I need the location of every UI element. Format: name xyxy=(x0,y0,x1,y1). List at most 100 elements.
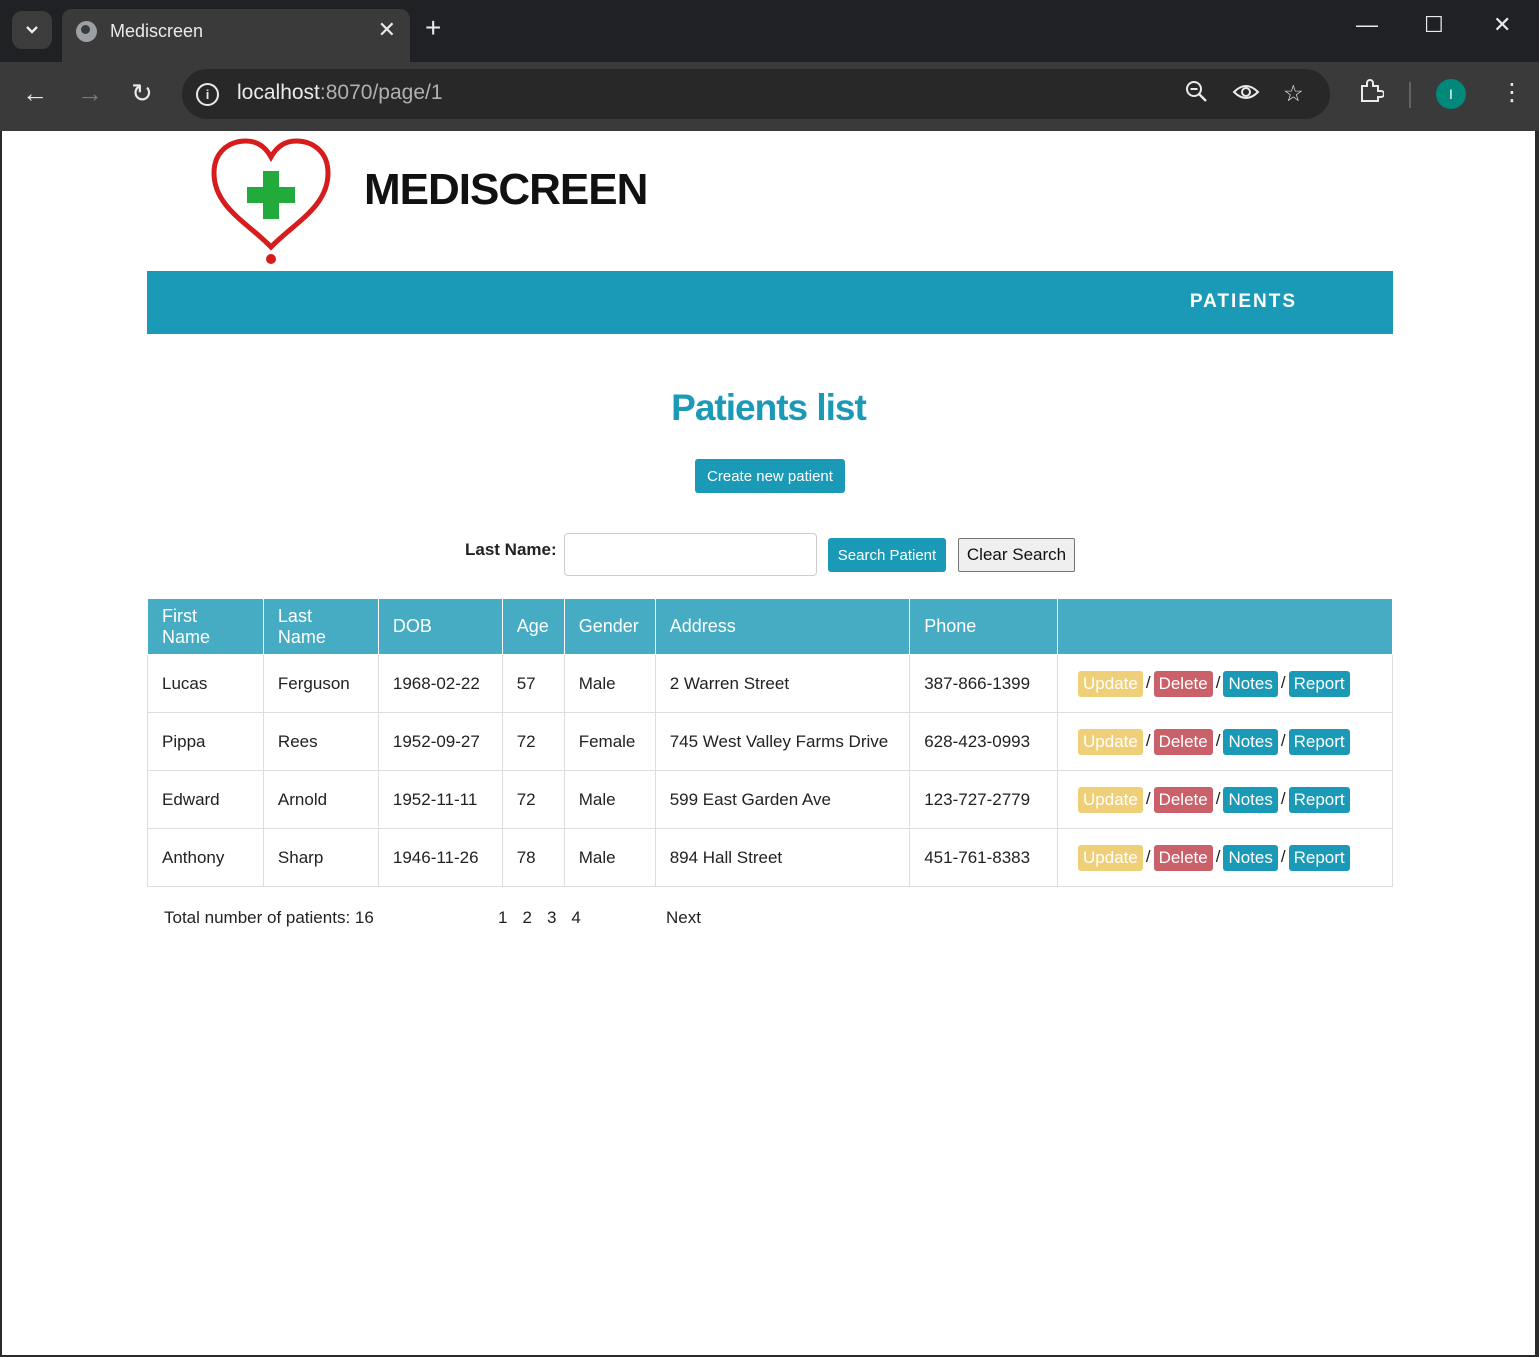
age-cell: 72 xyxy=(501,770,565,829)
nav-patients-link[interactable]: PATIENTS xyxy=(1190,291,1297,313)
actions-cell: Update / Delete / Notes / Report xyxy=(1057,828,1393,887)
action-separator: / xyxy=(1215,846,1221,866)
column-header: DOB xyxy=(377,598,503,655)
first-name-cell: Anthony xyxy=(147,828,264,887)
address-cell: 2 Warren Street xyxy=(654,654,911,713)
report-button[interactable]: Report xyxy=(1288,844,1350,871)
tab-search-button[interactable] xyxy=(12,11,52,49)
page-viewport: MEDISCREEN PATIENTS Patients list Create… xyxy=(2,131,1535,1355)
report-button[interactable]: Report xyxy=(1288,670,1350,697)
close-window-icon[interactable]: ✕ xyxy=(1493,12,1511,38)
page-title: Patients list xyxy=(671,387,867,428)
delete-button[interactable]: Delete xyxy=(1153,786,1213,813)
globe-icon xyxy=(76,21,97,42)
brand-name: MEDISCREEN xyxy=(364,165,648,214)
notes-button[interactable]: Notes xyxy=(1223,670,1278,697)
close-tab-icon[interactable]: ✕ xyxy=(378,17,396,43)
update-button[interactable]: Update xyxy=(1078,728,1143,755)
last-name-cell: Sharp xyxy=(262,828,379,887)
menu-kebab-icon[interactable]: ⋮ xyxy=(1500,78,1524,107)
first-name-cell: Pippa xyxy=(147,712,264,771)
search-patient-button[interactable]: Search Patient xyxy=(828,538,946,572)
action-separator: / xyxy=(1215,730,1221,750)
address-bar[interactable]: i localhost:8070/page/1 ☆ xyxy=(182,69,1330,119)
delete-button[interactable]: Delete xyxy=(1153,670,1213,697)
heart-logo-icon xyxy=(211,138,331,264)
page-link[interactable]: 2 xyxy=(522,908,531,927)
column-header: Address xyxy=(654,598,911,655)
notes-button[interactable]: Notes xyxy=(1223,844,1278,871)
site-info-icon[interactable]: i xyxy=(196,83,219,106)
update-button[interactable]: Update xyxy=(1078,844,1143,871)
eye-icon[interactable] xyxy=(1232,80,1260,110)
gender-cell: Female xyxy=(563,712,656,771)
update-button[interactable]: Update xyxy=(1078,786,1143,813)
back-arrow-icon[interactable]: ← xyxy=(22,78,48,108)
phone-cell: 387-866-1399 xyxy=(909,654,1059,713)
last-name-cell: Ferguson xyxy=(262,654,379,713)
reload-icon[interactable]: ↻ xyxy=(131,78,153,108)
last-name-cell: Rees xyxy=(262,712,379,771)
main-navbar: PATIENTS xyxy=(147,271,1393,334)
chevron-down-icon xyxy=(26,26,38,34)
phone-cell: 628-423-0993 xyxy=(909,712,1059,771)
delete-button[interactable]: Delete xyxy=(1153,844,1213,871)
last-name-search-input[interactable] xyxy=(564,533,817,576)
url-path: :8070/page/1 xyxy=(319,81,443,104)
pagination: 1234 xyxy=(498,908,596,928)
notes-button[interactable]: Notes xyxy=(1223,728,1278,755)
report-button[interactable]: Report xyxy=(1288,728,1350,755)
forward-arrow-icon[interactable]: → xyxy=(77,78,103,108)
column-header: Gender xyxy=(563,598,656,655)
url-text[interactable]: localhost:8070/page/1 xyxy=(237,81,443,105)
table-row: Edward Arnold 1952-11-11 72 Male 599 East Gar… xyxy=(147,770,1393,829)
zoom-icon[interactable] xyxy=(1185,80,1209,110)
new-tab-icon[interactable]: + xyxy=(425,12,441,44)
minimize-icon[interactable]: — xyxy=(1356,12,1378,38)
age-cell: 57 xyxy=(501,654,565,713)
page-link[interactable]: 4 xyxy=(571,908,580,927)
create-patient-button[interactable]: Create new patient xyxy=(695,459,845,493)
last-name-label: Last Name: xyxy=(465,540,557,559)
address-cell: 745 West Valley Farms Drive xyxy=(654,712,911,771)
extensions-icon[interactable] xyxy=(1358,78,1385,111)
actions-cell: Update / Delete / Notes / Report xyxy=(1057,770,1393,829)
actions-cell: Update / Delete / Notes / Report xyxy=(1057,654,1393,713)
address-cell: 894 Hall Street xyxy=(654,828,911,887)
report-button[interactable]: Report xyxy=(1288,786,1350,813)
clear-search-button[interactable]: Clear Search xyxy=(958,538,1075,572)
column-header xyxy=(1057,598,1393,655)
profile-avatar[interactable]: I xyxy=(1436,79,1466,109)
action-separator: / xyxy=(1145,788,1151,808)
total-patients: Total number of patients: 16 xyxy=(164,908,374,927)
action-separator: / xyxy=(1145,846,1151,866)
page-link[interactable]: 3 xyxy=(547,908,556,927)
dob-cell: 1968-02-22 xyxy=(377,654,503,713)
age-cell: 78 xyxy=(501,828,565,887)
phone-cell: 451-761-8383 xyxy=(909,828,1059,887)
table-row: Pippa Rees 1952-09-27 72 Female 745 West Vall… xyxy=(147,712,1393,771)
phone-cell: 123-727-2779 xyxy=(909,770,1059,829)
page-link[interactable]: 1 xyxy=(498,908,507,927)
patients-table: First Name Last Name DOB Age Gender Addr… xyxy=(147,598,1393,887)
notes-button[interactable]: Notes xyxy=(1223,786,1278,813)
delete-button[interactable]: Delete xyxy=(1153,728,1213,755)
action-separator: / xyxy=(1145,730,1151,750)
actions-cell: Update / Delete / Notes / Report xyxy=(1057,712,1393,771)
last-name-cell: Arnold xyxy=(262,770,379,829)
next-page-link[interactable]: Next xyxy=(666,908,701,928)
dob-cell: 1952-09-27 xyxy=(377,712,503,771)
gender-cell: Male xyxy=(563,654,656,713)
column-header: Age xyxy=(501,598,565,655)
table-row: Anthony Sharp 1946-11-26 78 Male 894 Hall Str… xyxy=(147,828,1393,887)
toolbar-separator xyxy=(1409,82,1411,108)
patients-table-body: Lucas Ferguson 1968-02-22 57 Male 2 Warren St… xyxy=(147,654,1393,887)
update-button[interactable]: Update xyxy=(1078,670,1143,697)
bookmark-star-icon[interactable]: ☆ xyxy=(1283,80,1304,107)
age-cell: 72 xyxy=(501,712,565,771)
browser-toolbar: ← → ↻ i localhost:8070/page/1 ☆ I ⋮ xyxy=(0,62,1539,131)
maximize-icon[interactable]: ☐ xyxy=(1424,12,1444,38)
column-header: First Name xyxy=(147,598,264,655)
browser-tab[interactable]: Mediscreen ✕ xyxy=(62,9,410,62)
dob-cell: 1946-11-26 xyxy=(377,828,503,887)
